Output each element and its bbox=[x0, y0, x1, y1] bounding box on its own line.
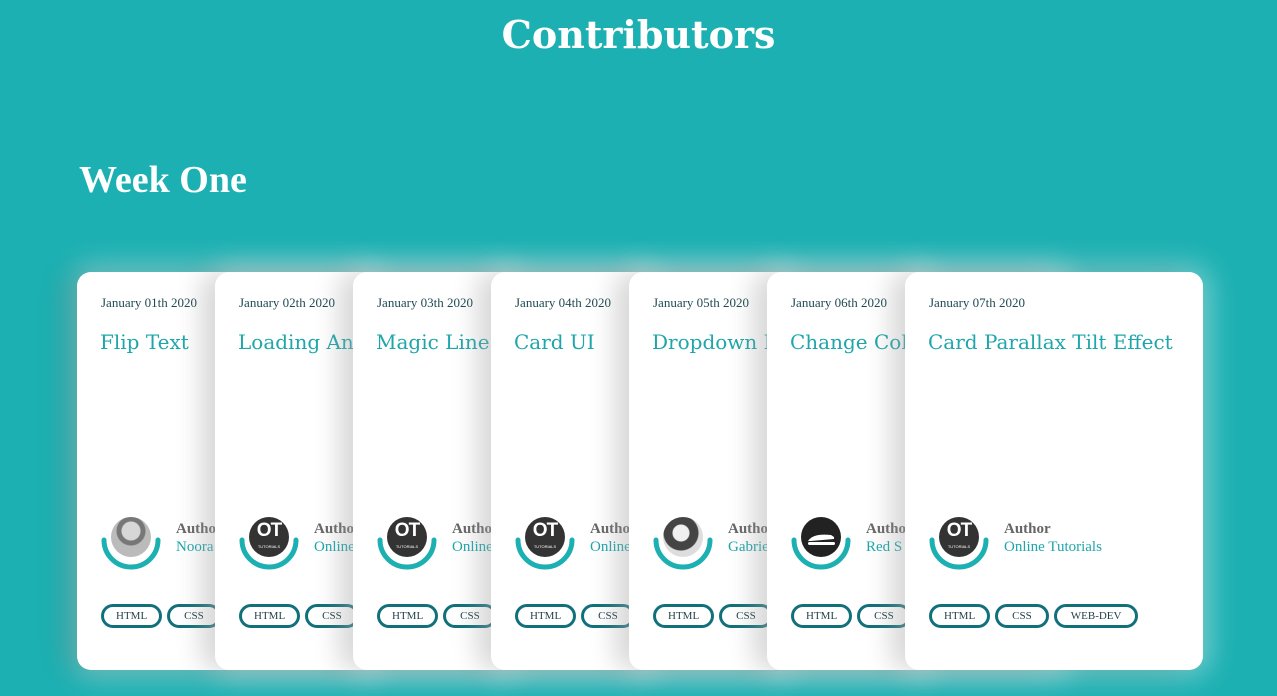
tag-list: HTML CSS bbox=[791, 604, 911, 628]
stapler-icon bbox=[801, 517, 841, 557]
ot-logo-icon: OT TUTORIALS bbox=[249, 517, 289, 557]
photo-avatar-icon bbox=[111, 517, 151, 557]
tag-list: HTML CSS bbox=[239, 604, 359, 628]
tag-html[interactable]: HTML bbox=[929, 604, 991, 628]
ot-logo-sub: TUTORIALS bbox=[947, 544, 971, 549]
ot-logo-sub: TUTORIALS bbox=[395, 544, 419, 549]
author-label: Author bbox=[1004, 521, 1051, 537]
tag-css[interactable]: CSS bbox=[305, 604, 359, 628]
tag-list: HTML CSS bbox=[653, 604, 773, 628]
ot-logo-letters: OT bbox=[394, 520, 420, 541]
card-date: January 06th 2020 bbox=[791, 295, 888, 310]
card-date: January 03th 2020 bbox=[377, 295, 474, 310]
tag-css[interactable]: CSS bbox=[443, 604, 497, 628]
author-avatar[interactable] bbox=[790, 514, 852, 570]
author-name-link[interactable]: Noora bbox=[176, 539, 214, 556]
tag-list: HTML CSS bbox=[101, 604, 221, 628]
ot-logo-icon: OT TUTORIALS bbox=[939, 517, 979, 557]
author-avatar[interactable]: OT TUTORIALS bbox=[238, 514, 300, 570]
card-title[interactable]: Card Parallax Tilt Effect bbox=[928, 330, 1173, 354]
card-date: January 07th 2020 bbox=[929, 295, 1026, 310]
author-name-link[interactable]: Red S bbox=[866, 539, 902, 556]
author-avatar[interactable]: OT TUTORIALS bbox=[376, 514, 438, 570]
ot-logo-sub: TUTORIALS bbox=[533, 544, 557, 549]
author-avatar[interactable] bbox=[652, 514, 714, 570]
contributor-card[interactable]: January 07th 2020 Card Parallax Tilt Eff… bbox=[905, 272, 1203, 670]
tag-list: HTML CSS bbox=[515, 604, 635, 628]
card-title[interactable]: Magic Line bbox=[376, 330, 490, 354]
card-date: January 05th 2020 bbox=[653, 295, 750, 310]
tag-css[interactable]: CSS bbox=[167, 604, 221, 628]
tag-html[interactable]: HTML bbox=[515, 604, 577, 628]
card-date: January 04th 2020 bbox=[515, 295, 612, 310]
ot-logo-icon: OT TUTORIALS bbox=[387, 517, 427, 557]
ot-logo-icon: OT TUTORIALS bbox=[525, 517, 565, 557]
card-stack: January 01th 2020 Flip Text Author Noora… bbox=[0, 0, 1277, 696]
photo-avatar-icon bbox=[663, 517, 703, 557]
card-title[interactable]: Dropdown N bbox=[652, 330, 781, 354]
tag-css[interactable]: CSS bbox=[995, 604, 1049, 628]
author-name-link[interactable]: Gabrie bbox=[728, 539, 769, 556]
tag-css[interactable]: CSS bbox=[581, 604, 635, 628]
card-title[interactable]: Loading Ani bbox=[238, 330, 360, 354]
author-avatar[interactable]: OT TUTORIALS bbox=[514, 514, 576, 570]
ot-logo-sub: TUTORIALS bbox=[257, 544, 281, 549]
tag-list: HTML CSS bbox=[377, 604, 497, 628]
card-title[interactable]: Card UI bbox=[514, 330, 595, 354]
ot-logo-letters: OT bbox=[946, 520, 972, 541]
tag-html[interactable]: HTML bbox=[791, 604, 853, 628]
tag-web-dev[interactable]: WEB-DEV bbox=[1053, 604, 1139, 628]
tag-html[interactable]: HTML bbox=[239, 604, 301, 628]
tag-css[interactable]: CSS bbox=[719, 604, 773, 628]
ot-logo-letters: OT bbox=[532, 520, 558, 541]
card-date: January 02th 2020 bbox=[239, 295, 336, 310]
card-title[interactable]: Flip Text bbox=[100, 330, 189, 354]
tag-html[interactable]: HTML bbox=[101, 604, 163, 628]
author-name-link[interactable]: Online Tutorials bbox=[1004, 539, 1102, 556]
card-date: January 01th 2020 bbox=[101, 295, 198, 310]
tag-css[interactable]: CSS bbox=[857, 604, 911, 628]
card-title[interactable]: Change Colo bbox=[790, 330, 920, 354]
tag-list: HTML CSS WEB-DEV bbox=[929, 604, 1139, 628]
tag-html[interactable]: HTML bbox=[377, 604, 439, 628]
author-avatar[interactable]: OT TUTORIALS bbox=[928, 514, 990, 570]
ot-logo-letters: OT bbox=[256, 520, 282, 541]
author-avatar[interactable] bbox=[100, 514, 162, 570]
tag-html[interactable]: HTML bbox=[653, 604, 715, 628]
